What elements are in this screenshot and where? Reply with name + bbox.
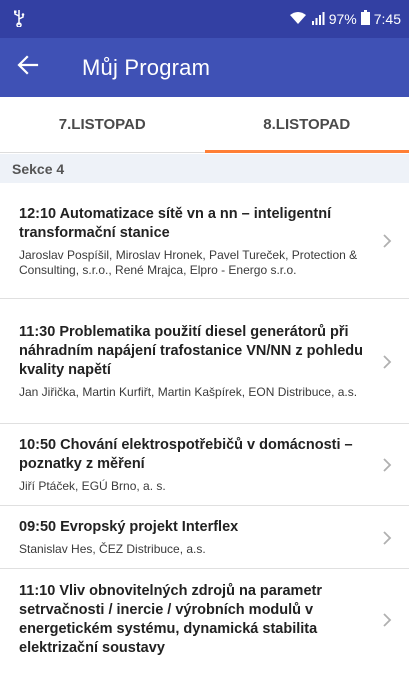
item-authors: Jan Jiřička, Martin Kurfiřt, Martin Kašp… (19, 385, 358, 399)
chevron-right-icon (377, 530, 397, 546)
list-item[interactable]: 11:30 Problematika použití diesel generá… (0, 299, 409, 424)
day-tabs: 7.LISTOPAD 8.LISTOPAD (0, 97, 409, 153)
program-list: 12:10 Automatizace sítě vn a nn – inteli… (0, 183, 409, 669)
wifi-icon (289, 11, 307, 28)
item-authors: Jaroslav Pospíšil, Miroslav Hronek, Pave… (19, 247, 358, 277)
chevron-right-icon (377, 612, 397, 628)
item-title: 11:10 Vliv obnovitelných zdrojů na param… (19, 582, 322, 656)
app-bar: Můj Program (0, 38, 409, 97)
list-item[interactable]: 10:50 Chování elektrospotřebičů v domácn… (0, 424, 409, 506)
page-title: Můj Program (82, 54, 211, 80)
tab-8-listopad[interactable]: 8.LISTOPAD (204, 97, 409, 153)
status-time: 7:45 (373, 11, 401, 27)
item-title: 10:50 Chování elektrospotřebičů v domácn… (19, 437, 353, 472)
signal-icon (311, 11, 325, 28)
item-title: 12:10 Automatizace sítě vn a nn – inteli… (19, 205, 332, 241)
item-title: 11:30 Problematika použití diesel generá… (19, 324, 364, 378)
tab-7-listopad[interactable]: 7.LISTOPAD (0, 97, 205, 152)
list-item[interactable]: 12:10 Automatizace sítě vn a nn – inteli… (0, 183, 409, 299)
battery-percent: 97% (328, 11, 357, 27)
status-bar: 97% 7:45 (0, 0, 409, 38)
chevron-right-icon (377, 354, 397, 370)
back-button[interactable] (0, 38, 56, 97)
list-item[interactable]: 09:50 Evropský projekt Interflex Stanisl… (0, 506, 409, 569)
usb-icon (12, 9, 26, 30)
chevron-right-icon (377, 233, 397, 249)
arrow-left-icon (17, 54, 39, 81)
item-authors: Stanislav Hes, ČEZ Distribuce, a.s. (19, 542, 206, 556)
chevron-right-icon (377, 457, 397, 473)
list-item[interactable]: 11:10 Vliv obnovitelných zdrojů na param… (0, 569, 409, 669)
section-header: Sekce 4 (0, 154, 409, 183)
item-authors: Jiří Ptáček, EGÚ Brno, a. s. (19, 479, 166, 493)
item-title: 09:50 Evropský projekt Interflex (19, 519, 239, 535)
battery-icon (360, 10, 370, 28)
